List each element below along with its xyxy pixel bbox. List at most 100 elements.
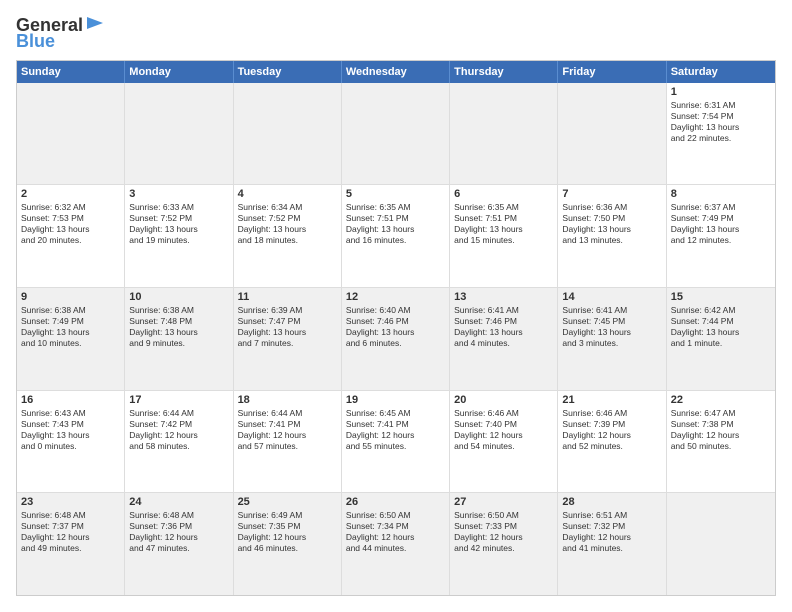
day-info: Sunrise: 6:41 AM Sunset: 7:45 PM Dayligh… bbox=[562, 305, 661, 349]
weekday-header-wednesday: Wednesday bbox=[342, 61, 450, 83]
day-info: Sunrise: 6:47 AM Sunset: 7:38 PM Dayligh… bbox=[671, 408, 771, 452]
day-info: Sunrise: 6:48 AM Sunset: 7:36 PM Dayligh… bbox=[129, 510, 228, 554]
day-info: Sunrise: 6:36 AM Sunset: 7:50 PM Dayligh… bbox=[562, 202, 661, 246]
day-cell-5: 5 Sunrise: 6:35 AM Sunset: 7:51 PM Daylig… bbox=[342, 185, 450, 287]
day-info: Sunrise: 6:50 AM Sunset: 7:34 PM Dayligh… bbox=[346, 510, 445, 554]
day-cell-10: 10 Sunrise: 6:38 AM Sunset: 7:48 PM Dayli… bbox=[125, 288, 233, 390]
calendar-row-4: 16 Sunrise: 6:43 AM Sunset: 7:43 PM Dayli… bbox=[17, 390, 775, 493]
day-cell-28: 28 Sunrise: 6:51 AM Sunset: 7:32 PM Dayli… bbox=[558, 493, 666, 595]
day-cell-13: 13 Sunrise: 6:41 AM Sunset: 7:46 PM Dayli… bbox=[450, 288, 558, 390]
day-cell-19: 19 Sunrise: 6:45 AM Sunset: 7:41 PM Dayli… bbox=[342, 391, 450, 493]
logo: General Blue bbox=[16, 16, 107, 52]
logo-flag-icon bbox=[85, 15, 107, 33]
day-number: 22 bbox=[671, 394, 771, 406]
day-number: 1 bbox=[671, 86, 771, 98]
day-info: Sunrise: 6:43 AM Sunset: 7:43 PM Dayligh… bbox=[21, 408, 120, 452]
empty-cell-4-6 bbox=[667, 493, 775, 595]
day-number: 20 bbox=[454, 394, 553, 406]
day-info: Sunrise: 6:51 AM Sunset: 7:32 PM Dayligh… bbox=[562, 510, 661, 554]
day-number: 2 bbox=[21, 188, 120, 200]
empty-cell-0-2 bbox=[234, 83, 342, 185]
day-number: 24 bbox=[129, 496, 228, 508]
day-number: 9 bbox=[21, 291, 120, 303]
day-info: Sunrise: 6:32 AM Sunset: 7:53 PM Dayligh… bbox=[21, 202, 120, 246]
header: General Blue bbox=[16, 16, 776, 52]
calendar: SundayMondayTuesdayWednesdayThursdayFrid… bbox=[16, 60, 776, 596]
calendar-row-3: 9 Sunrise: 6:38 AM Sunset: 7:49 PM Daylig… bbox=[17, 287, 775, 390]
day-cell-14: 14 Sunrise: 6:41 AM Sunset: 7:45 PM Dayli… bbox=[558, 288, 666, 390]
day-number: 11 bbox=[238, 291, 337, 303]
empty-cell-0-4 bbox=[450, 83, 558, 185]
day-cell-8: 8 Sunrise: 6:37 AM Sunset: 7:49 PM Daylig… bbox=[667, 185, 775, 287]
day-number: 17 bbox=[129, 394, 228, 406]
day-cell-7: 7Sunrise: 6:36 AM Sunset: 7:50 PM Daylig… bbox=[558, 185, 666, 287]
day-cell-2: 2 Sunrise: 6:32 AM Sunset: 7:53 PM Daylig… bbox=[17, 185, 125, 287]
day-number: 27 bbox=[454, 496, 553, 508]
day-number: 25 bbox=[238, 496, 337, 508]
day-cell-17: 17 Sunrise: 6:44 AM Sunset: 7:42 PM Dayli… bbox=[125, 391, 233, 493]
calendar-row-5: 23 Sunrise: 6:48 AM Sunset: 7:37 PM Dayli… bbox=[17, 492, 775, 595]
weekday-header-saturday: Saturday bbox=[667, 61, 775, 83]
empty-cell-0-1 bbox=[125, 83, 233, 185]
day-info: Sunrise: 6:34 AM Sunset: 7:52 PM Dayligh… bbox=[238, 202, 337, 246]
day-number: 5 bbox=[346, 188, 445, 200]
day-cell-4: 4 Sunrise: 6:34 AM Sunset: 7:52 PM Daylig… bbox=[234, 185, 342, 287]
day-cell-1: 1 Sunrise: 6:31 AM Sunset: 7:54 PM Daylig… bbox=[667, 83, 775, 185]
day-number: 16 bbox=[21, 394, 120, 406]
calendar-body: 1 Sunrise: 6:31 AM Sunset: 7:54 PM Daylig… bbox=[17, 83, 775, 595]
day-number: 13 bbox=[454, 291, 553, 303]
day-info: Sunrise: 6:41 AM Sunset: 7:46 PM Dayligh… bbox=[454, 305, 553, 349]
day-info: Sunrise: 6:40 AM Sunset: 7:46 PM Dayligh… bbox=[346, 305, 445, 349]
day-cell-6: 6 Sunrise: 6:35 AM Sunset: 7:51 PM Daylig… bbox=[450, 185, 558, 287]
day-info: Sunrise: 6:35 AM Sunset: 7:51 PM Dayligh… bbox=[346, 202, 445, 246]
day-cell-20: 20 Sunrise: 6:46 AM Sunset: 7:40 PM Dayli… bbox=[450, 391, 558, 493]
day-number: 26 bbox=[346, 496, 445, 508]
day-cell-22: 22 Sunrise: 6:47 AM Sunset: 7:38 PM Dayli… bbox=[667, 391, 775, 493]
weekday-header-tuesday: Tuesday bbox=[234, 61, 342, 83]
day-info: Sunrise: 6:38 AM Sunset: 7:49 PM Dayligh… bbox=[21, 305, 120, 349]
day-info: Sunrise: 6:39 AM Sunset: 7:47 PM Dayligh… bbox=[238, 305, 337, 349]
day-info: Sunrise: 6:42 AM Sunset: 7:44 PM Dayligh… bbox=[671, 305, 771, 349]
day-info: Sunrise: 6:37 AM Sunset: 7:49 PM Dayligh… bbox=[671, 202, 771, 246]
day-cell-3: 3 Sunrise: 6:33 AM Sunset: 7:52 PM Daylig… bbox=[125, 185, 233, 287]
day-number: 23 bbox=[21, 496, 120, 508]
weekday-header-sunday: Sunday bbox=[17, 61, 125, 83]
day-number: 3 bbox=[129, 188, 228, 200]
day-cell-18: 18 Sunrise: 6:44 AM Sunset: 7:41 PM Dayli… bbox=[234, 391, 342, 493]
calendar-row-2: 2 Sunrise: 6:32 AM Sunset: 7:53 PM Daylig… bbox=[17, 184, 775, 287]
day-info: Sunrise: 6:49 AM Sunset: 7:35 PM Dayligh… bbox=[238, 510, 337, 554]
weekday-header-monday: Monday bbox=[125, 61, 233, 83]
logo-text: General Blue bbox=[16, 16, 107, 52]
day-info: Sunrise: 6:46 AM Sunset: 7:39 PM Dayligh… bbox=[562, 408, 661, 452]
day-info: Sunrise: 6:33 AM Sunset: 7:52 PM Dayligh… bbox=[129, 202, 228, 246]
day-info: Sunrise: 6:31 AM Sunset: 7:54 PM Dayligh… bbox=[671, 100, 771, 144]
day-cell-21: 21Sunrise: 6:46 AM Sunset: 7:39 PM Dayli… bbox=[558, 391, 666, 493]
day-cell-16: 16 Sunrise: 6:43 AM Sunset: 7:43 PM Dayli… bbox=[17, 391, 125, 493]
day-number: 6 bbox=[454, 188, 553, 200]
day-number: 12 bbox=[346, 291, 445, 303]
day-number: 19 bbox=[346, 394, 445, 406]
weekday-header-thursday: Thursday bbox=[450, 61, 558, 83]
day-info: Sunrise: 6:44 AM Sunset: 7:42 PM Dayligh… bbox=[129, 408, 228, 452]
day-number: 28 bbox=[562, 496, 661, 508]
page: General Blue SundayMondayTuesdayWednesda… bbox=[0, 0, 792, 612]
day-info: Sunrise: 6:46 AM Sunset: 7:40 PM Dayligh… bbox=[454, 408, 553, 452]
day-number: 14 bbox=[562, 291, 661, 303]
day-cell-27: 27Sunrise: 6:50 AM Sunset: 7:33 PM Dayli… bbox=[450, 493, 558, 595]
day-cell-25: 25 Sunrise: 6:49 AM Sunset: 7:35 PM Dayli… bbox=[234, 493, 342, 595]
day-info: Sunrise: 6:38 AM Sunset: 7:48 PM Dayligh… bbox=[129, 305, 228, 349]
day-info: Sunrise: 6:45 AM Sunset: 7:41 PM Dayligh… bbox=[346, 408, 445, 452]
day-info: Sunrise: 6:35 AM Sunset: 7:51 PM Dayligh… bbox=[454, 202, 553, 246]
day-info: Sunrise: 6:48 AM Sunset: 7:37 PM Dayligh… bbox=[21, 510, 120, 554]
empty-cell-0-3 bbox=[342, 83, 450, 185]
day-cell-12: 12 Sunrise: 6:40 AM Sunset: 7:46 PM Dayli… bbox=[342, 288, 450, 390]
day-info: Sunrise: 6:44 AM Sunset: 7:41 PM Dayligh… bbox=[238, 408, 337, 452]
day-number: 10 bbox=[129, 291, 228, 303]
day-number: 4 bbox=[238, 188, 337, 200]
day-number: 18 bbox=[238, 394, 337, 406]
day-cell-26: 26 Sunrise: 6:50 AM Sunset: 7:34 PM Dayli… bbox=[342, 493, 450, 595]
day-cell-24: 24 Sunrise: 6:48 AM Sunset: 7:36 PM Dayli… bbox=[125, 493, 233, 595]
empty-cell-0-0 bbox=[17, 83, 125, 185]
day-number: 8 bbox=[671, 188, 771, 200]
day-cell-9: 9 Sunrise: 6:38 AM Sunset: 7:49 PM Daylig… bbox=[17, 288, 125, 390]
